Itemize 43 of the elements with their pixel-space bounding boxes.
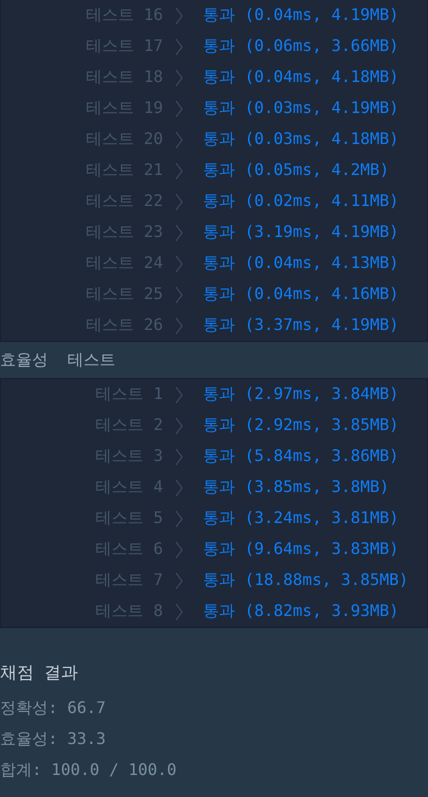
chevron-icon bbox=[175, 416, 183, 434]
chevron-icon bbox=[175, 38, 183, 56]
chevron-icon bbox=[175, 510, 183, 528]
section-title: 효율성 테스트 bbox=[0, 349, 116, 371]
chevron-icon bbox=[175, 478, 183, 496]
test-result: 통과 (0.04ms, 4.18MB) bbox=[203, 67, 399, 88]
chevron-icon bbox=[175, 254, 183, 272]
chevron-icon bbox=[175, 448, 183, 466]
test-result: 통과 (3.85ms, 3.8MB) bbox=[203, 477, 390, 498]
test-result: 통과 (9.64ms, 3.83MB) bbox=[203, 539, 399, 560]
chevron-icon bbox=[175, 162, 183, 180]
test-result: 통과 (3.37ms, 4.19MB) bbox=[203, 315, 399, 336]
test-result: 통과 (0.06ms, 3.66MB) bbox=[203, 36, 399, 57]
chevron-icon bbox=[175, 540, 183, 558]
chevron-icon bbox=[175, 386, 183, 404]
test-result: 통과 (0.02ms, 4.11MB) bbox=[203, 191, 399, 212]
score-line: 효율성: 33.3 bbox=[0, 728, 107, 750]
test-result: 통과 (0.04ms, 4.19MB) bbox=[203, 5, 399, 26]
chevron-icon bbox=[175, 192, 183, 210]
test-result: 통과 (8.82ms, 3.93MB) bbox=[203, 601, 399, 622]
test-result: 통과 (0.03ms, 4.18MB) bbox=[203, 129, 399, 150]
test-result: 통과 (5.84ms, 3.86MB) bbox=[203, 446, 399, 467]
test-result: 통과 (0.05ms, 4.2MB) bbox=[203, 160, 390, 181]
test-result: 통과 (2.97ms, 3.84MB) bbox=[203, 384, 399, 405]
chevron-icon bbox=[175, 316, 183, 334]
test-result: 통과 (2.92ms, 3.85MB) bbox=[203, 415, 399, 436]
chevron-icon bbox=[175, 286, 183, 304]
chevron-icon bbox=[175, 68, 183, 86]
test-result: 통과 (18.88ms, 3.85MB) bbox=[203, 570, 408, 591]
chevron-icon bbox=[175, 6, 183, 24]
chevron-icon bbox=[175, 572, 183, 590]
test-result: 통과 (0.04ms, 4.13MB) bbox=[203, 253, 399, 274]
chevron-icon bbox=[175, 130, 183, 148]
chevron-icon bbox=[175, 602, 183, 620]
test-result: 통과 (3.24ms, 3.81MB) bbox=[203, 508, 399, 529]
test-result: 통과 (0.04ms, 4.16MB) bbox=[203, 284, 399, 305]
score-line: 합계: 100.0 / 100.0 bbox=[0, 759, 178, 781]
test-result: 통과 (0.03ms, 4.19MB) bbox=[203, 98, 399, 119]
score-line: 정확성: 66.7 bbox=[0, 697, 107, 719]
grading-title: 채점 결과 bbox=[0, 662, 80, 685]
chevron-icon bbox=[175, 224, 183, 242]
test-result: 통과 (3.19ms, 4.19MB) bbox=[203, 222, 399, 243]
chevron-icon bbox=[175, 100, 183, 118]
